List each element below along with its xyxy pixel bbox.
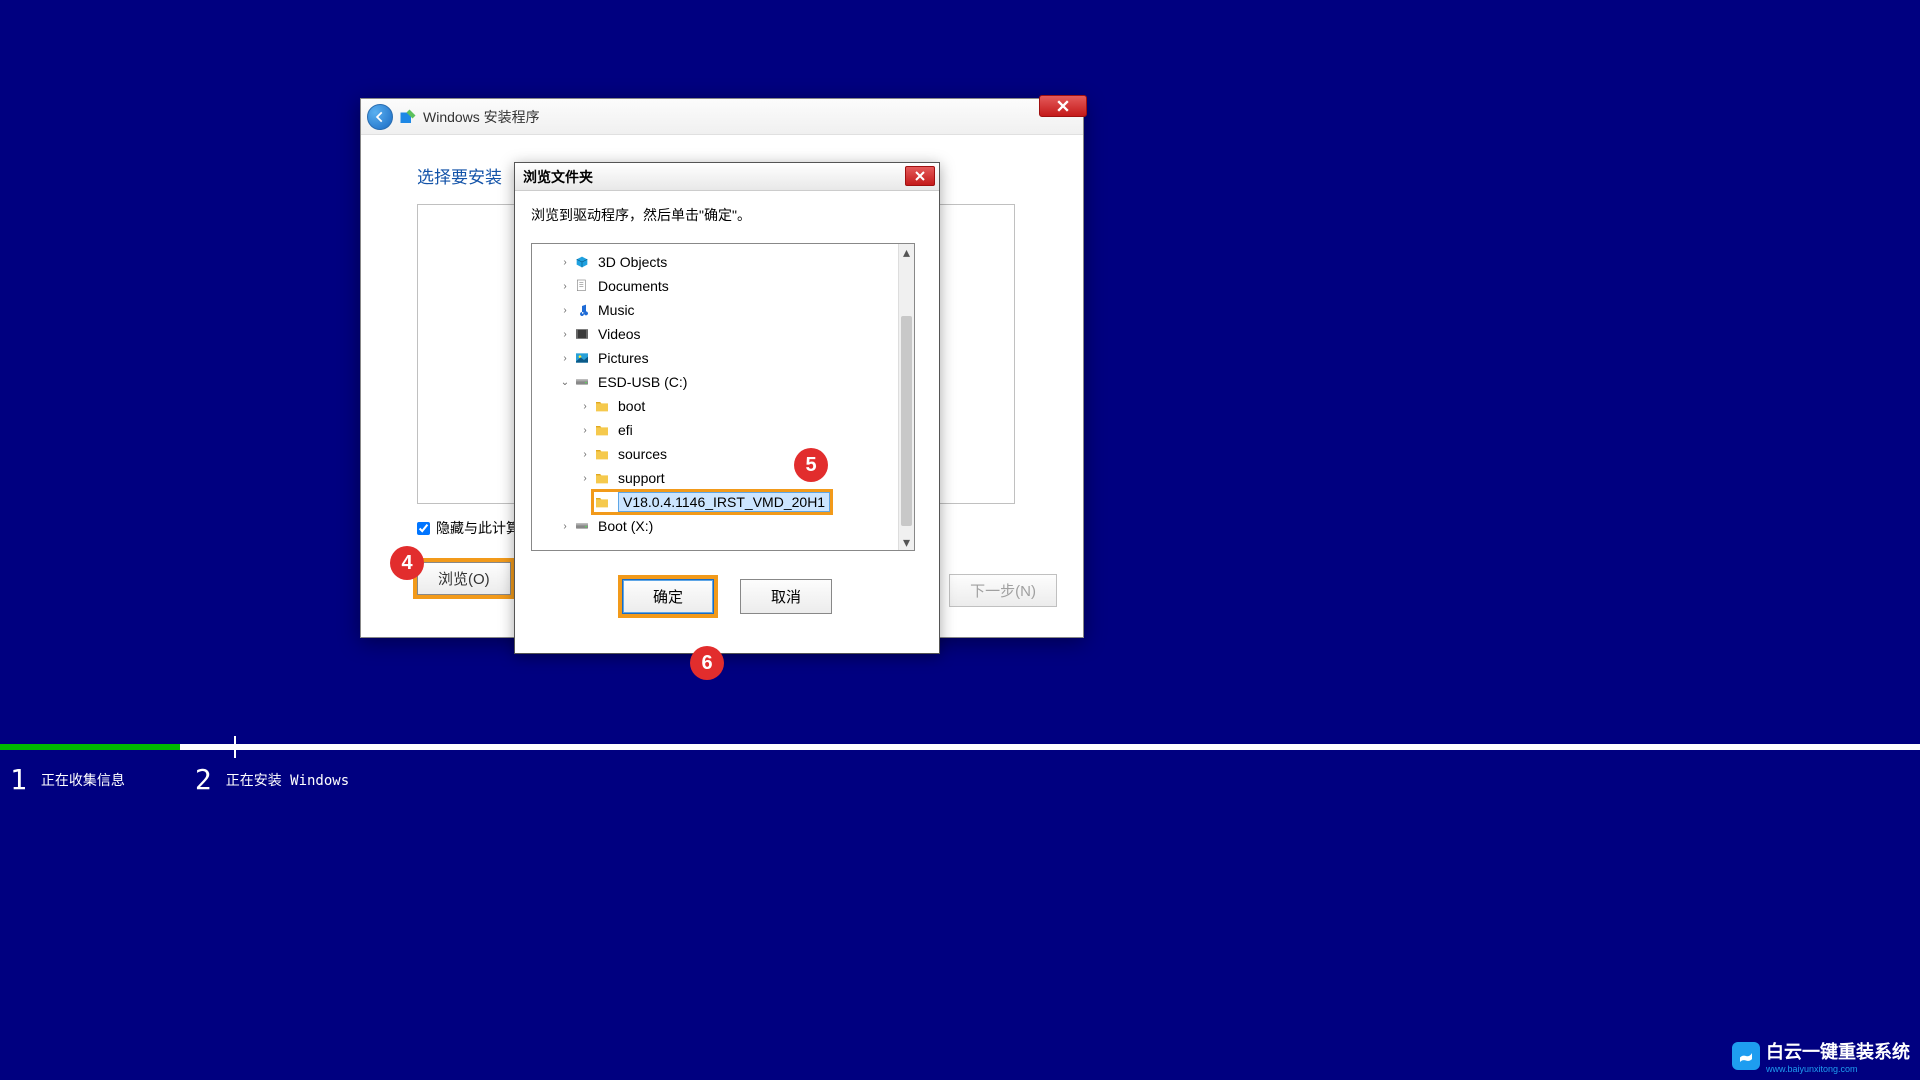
tree-item-label: boot (618, 398, 645, 414)
next-button[interactable]: 下一步(N) (949, 574, 1057, 607)
close-icon (1057, 100, 1069, 112)
tree-item-label: Videos (598, 326, 641, 342)
tree-item[interactable]: › Pictures (532, 346, 914, 370)
chevron-right-icon[interactable]: › (578, 401, 592, 412)
close-icon (915, 171, 925, 181)
folder-icon (594, 422, 612, 438)
pictures-icon (574, 350, 592, 366)
tree-item-label: efi (618, 422, 633, 438)
tree-item-label: Music (598, 302, 635, 318)
folder-tree-scrollbar[interactable]: ▴ ▾ (898, 244, 914, 550)
browse-title: 浏览文件夹 (523, 167, 593, 187)
chevron-right-icon[interactable]: › (578, 449, 592, 460)
install-progress-fill (0, 744, 180, 750)
folder-icon (594, 398, 612, 414)
tree-item[interactable]: › boot (532, 394, 914, 418)
phase-1-text: 正在收集信息 (41, 770, 125, 790)
install-progress-bar (0, 744, 1920, 750)
tree-item[interactable]: › Documents (532, 274, 914, 298)
scroll-down-button[interactable]: ▾ (899, 534, 914, 550)
install-phase-row: 1 正在收集信息 2 正在安装 Windows (10, 766, 349, 794)
chevron-right-icon[interactable]: › (558, 521, 572, 532)
tree-item[interactable]: › efi (532, 418, 914, 442)
arrow-left-icon (373, 110, 387, 124)
selected-folder-highlight: V18.0.4.1146_IRST_VMD_20H1 (594, 492, 830, 512)
setup-titlebar: Windows 安装程序 (361, 99, 1083, 135)
folder-icon (594, 446, 612, 462)
tree-item[interactable]: › Boot (X:) (532, 514, 914, 538)
chevron-right-icon[interactable]: › (558, 281, 572, 292)
browse-button[interactable]: 浏览(O) (417, 562, 511, 595)
browse-buttons: 确定 取消 (531, 579, 923, 614)
scroll-up-button[interactable]: ▴ (899, 244, 914, 260)
chevron-right-icon[interactable]: › (558, 329, 572, 340)
tree-item[interactable]: › 3D Objects (532, 250, 914, 274)
phase-2-text: 正在安装 Windows (226, 770, 349, 790)
videos-icon (574, 326, 592, 342)
browse-button-highlight: 浏览(O) (417, 562, 511, 595)
watermark-sub: www.baiyunxitong.com (1766, 1064, 1910, 1074)
tree-item-label: sources (618, 446, 667, 462)
drive-icon (574, 518, 592, 534)
watermark: 白云一键重装系统 www.baiyunxitong.com (1732, 1038, 1910, 1074)
ok-button[interactable]: 确定 (622, 579, 714, 614)
browse-folder-dialog: 浏览文件夹 浏览到驱动程序，然后单击"确定"。 › 3D Objects › Docu… (514, 162, 940, 654)
tree-item-label: Documents (598, 278, 669, 294)
tree-item[interactable]: V18.0.4.1146_IRST_VMD_20H1 (532, 490, 914, 514)
browse-instruction: 浏览到驱动程序，然后单击"确定"。 (531, 205, 923, 225)
back-button[interactable] (367, 104, 393, 130)
watermark-icon (1732, 1042, 1760, 1070)
tree-item[interactable]: ⌄ ESD-USB (C:) (532, 370, 914, 394)
chevron-right-icon[interactable]: › (558, 305, 572, 316)
chevron-down-icon[interactable]: ⌄ (558, 377, 572, 388)
chevron-right-icon[interactable]: › (558, 353, 572, 364)
cancel-button[interactable]: 取消 (740, 579, 832, 614)
watermark-main: 白云一键重装系统 (1766, 1038, 1910, 1064)
folder-tree[interactable]: › 3D Objects › Documents › Music › Videos › Pictu… (531, 243, 915, 551)
setup-title: Windows 安装程序 (423, 107, 540, 127)
folder-icon (594, 494, 612, 510)
tree-item[interactable]: › sources (532, 442, 914, 466)
browse-close-button[interactable] (905, 166, 935, 186)
annotation-6: 6 (690, 646, 724, 680)
browse-body: 浏览到驱动程序，然后单击"确定"。 ›3D Objects›Documents›… (515, 191, 939, 628)
folder-tree-list: › 3D Objects › Documents › Music › Videos › Pictu… (532, 244, 914, 544)
hide-drivers-checkbox[interactable] (417, 522, 430, 535)
setup-close-button[interactable] (1039, 95, 1087, 117)
phase-1: 1 正在收集信息 (10, 766, 125, 794)
scroll-thumb[interactable] (901, 316, 912, 526)
tree-item[interactable]: › Videos (532, 322, 914, 346)
tree-item[interactable]: › support (532, 466, 914, 490)
tree-item-label: Boot (X:) (598, 518, 653, 534)
tree-item-label: Pictures (598, 350, 649, 366)
chevron-right-icon[interactable]: › (578, 473, 592, 484)
next-button-wrap: 下一步(N) (949, 574, 1057, 607)
documents-icon (574, 278, 592, 294)
chevron-right-icon[interactable]: › (558, 257, 572, 268)
install-progress-tick (234, 736, 236, 758)
phase-1-number: 1 (10, 766, 27, 794)
3d-objects-icon (574, 254, 592, 270)
browse-titlebar: 浏览文件夹 (515, 163, 939, 191)
tree-item-label: ESD-USB (C:) (598, 374, 687, 390)
drive-icon (574, 374, 592, 390)
phase-2-number: 2 (195, 766, 212, 794)
folder-icon (594, 470, 612, 486)
chevron-right-icon[interactable]: › (578, 425, 592, 436)
tree-item[interactable]: › Music (532, 298, 914, 322)
installer-icon (399, 108, 417, 126)
hide-drivers-label: 隐藏与此计算 (436, 518, 520, 538)
tree-item-label: 3D Objects (598, 254, 667, 270)
annotation-5: 5 (794, 448, 828, 482)
watermark-text: 白云一键重装系统 www.baiyunxitong.com (1766, 1038, 1910, 1074)
music-icon (574, 302, 592, 318)
tree-item-label: support (618, 470, 665, 486)
annotation-4: 4 (390, 546, 424, 580)
tree-item-label: V18.0.4.1146_IRST_VMD_20H1 (618, 492, 830, 512)
phase-2: 2 正在安装 Windows (195, 766, 349, 794)
